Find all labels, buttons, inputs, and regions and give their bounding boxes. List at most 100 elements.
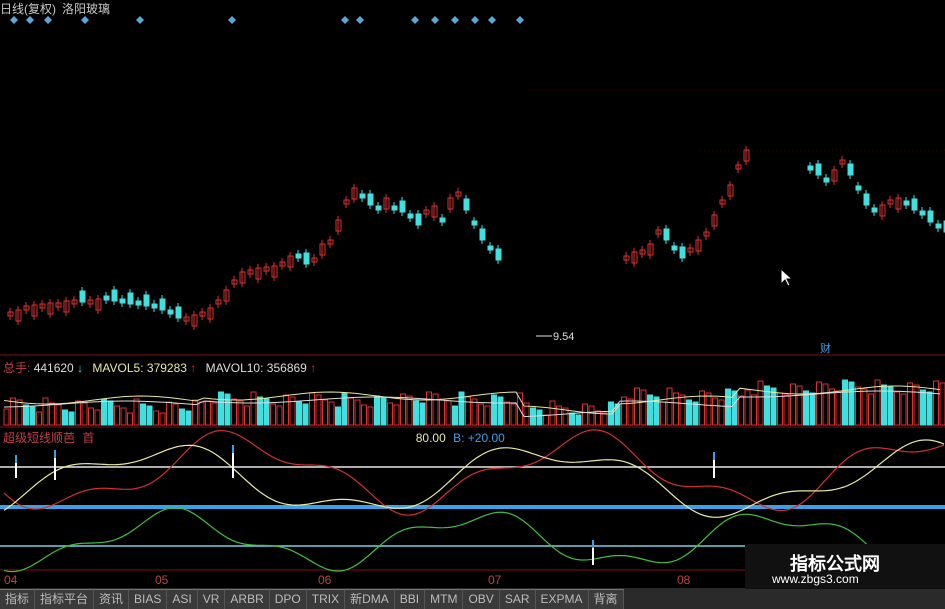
volume-bar [42,397,49,426]
candlestick [103,295,110,301]
volume-bar [153,410,159,426]
tab-newdma[interactable]: 新DMA [345,589,395,609]
volume-bar [81,402,88,426]
x-label: 07 [488,573,502,587]
tab-platform[interactable]: 指标平台 [35,589,95,609]
signal-diamond-icon [136,16,144,24]
volume-bar [478,403,484,426]
volume-bar [640,389,647,426]
volume-bar [406,395,413,426]
tab-trix[interactable]: TRIX [306,589,346,609]
x-label: 04 [4,573,18,587]
volume-bar [127,412,133,426]
volume-bar [211,402,218,426]
candlestick [671,245,678,251]
finance-badge[interactable]: 财 [820,341,831,355]
volume-bar [419,402,426,426]
volume-bar [328,401,335,426]
volume-bar [205,400,211,426]
volume-bar [861,388,868,426]
signal-diamond-icon [451,16,459,24]
volume-bar [842,379,848,426]
volume-bar [543,414,549,426]
signal-diamond-icon [356,16,364,24]
candlestick [167,309,174,315]
volume-bar [276,405,283,426]
candlestick [863,193,870,206]
volume-bar [679,394,686,426]
volume-bar [855,386,861,426]
signal-diamond-icon [81,16,89,24]
volume-bar [426,391,432,426]
candlestick [815,163,822,176]
tab-bias[interactable]: BIAS [129,589,168,609]
signal-diamond-icon [431,16,439,24]
volume-bar [23,404,29,426]
volume-bar [146,405,153,426]
volume-bar [894,391,900,426]
total-arrow-icon: ↓ [77,361,84,375]
volume-bar [718,399,725,426]
volume-bar [166,401,172,426]
volume-bar [120,407,127,426]
volume-bar [575,414,582,426]
tab-zhibiao[interactable]: 指标 [0,589,36,609]
volume-bar [94,409,101,426]
candlestick [143,294,150,307]
volume-bar [725,388,731,426]
volume-bar [484,405,491,426]
candlestick [903,200,910,206]
ma5-value: 379283 [146,361,187,375]
volume-bar [738,395,744,426]
tab-sar[interactable]: SAR [499,589,536,609]
tab-dpo[interactable]: DPO [269,589,307,609]
volume-bar [348,397,354,426]
tab-bbi[interactable]: BBI [394,589,426,609]
chart-canvas[interactable]: 9.54 财 [0,0,945,609]
volume-bar [16,399,23,426]
volume-bar [107,400,114,426]
tab-vr[interactable]: VR [197,589,226,609]
volume-bar [803,390,809,426]
volume-bar [660,401,666,426]
ma5-arrow-icon: ↑ [190,361,197,375]
tab-asi[interactable]: ASI [167,589,198,609]
candlestick [407,213,414,219]
volume-bar [933,380,939,426]
tab-mtm[interactable]: MTM [425,589,464,609]
volume-bar [504,401,510,426]
volume-bar [829,388,835,426]
tab-expma[interactable]: EXPMA [535,589,589,609]
candlestick [471,220,478,226]
volume-bar [588,405,595,426]
volume-bar [140,403,146,426]
signal-diamond-icon [471,16,479,24]
tab-obv[interactable]: OBV [463,589,500,609]
tab-divergence[interactable]: 背离 [588,589,624,609]
volume-bar [68,411,75,426]
indicator-legend: 超级短线顺芭 首 80.00 B: +20.00 [3,429,505,446]
ma5-label: MAVOL5: [92,361,144,375]
x-label: 05 [155,573,169,587]
volume-bar [75,400,81,426]
tab-arbr[interactable]: ARBR [225,589,270,609]
volume-bar [796,385,803,426]
candlestick [855,185,862,191]
volume-bar [218,391,224,426]
signal-diamond-icon [26,16,34,24]
indicator-b-value: B: +20.00 [453,431,505,445]
candlestick [111,289,118,302]
volume-bar [283,394,289,426]
candlestick [919,210,926,216]
volume-bar [55,404,62,426]
volume-bar [185,410,192,426]
volume-bar [926,391,933,426]
volume-bar [380,397,387,426]
volume-bar [374,395,380,426]
signal-diamond-icon [516,16,524,24]
ma10-arrow-icon: ↑ [310,361,317,375]
candlestick [823,177,830,183]
tab-news[interactable]: 资讯 [94,589,130,609]
volume-bar [29,406,36,426]
indicator-name[interactable]: 超级短线顺芭 [3,431,75,445]
